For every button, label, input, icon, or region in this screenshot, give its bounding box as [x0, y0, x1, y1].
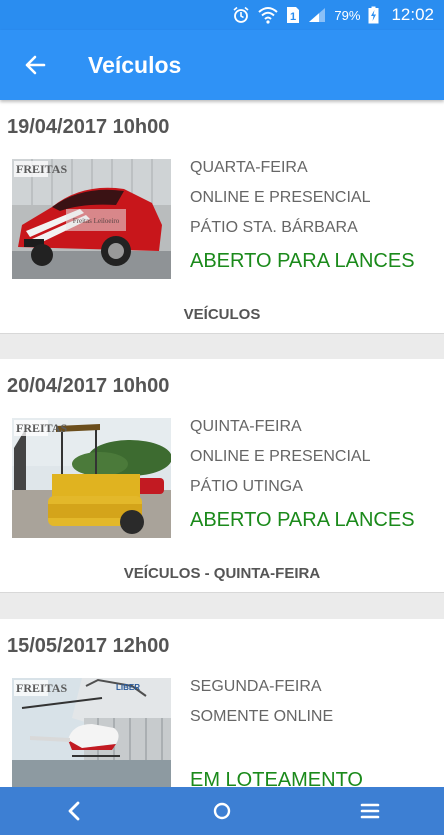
road-roller-photo[interactable]: FREITAS — [12, 418, 171, 538]
auction-list[interactable]: 19/04/2017 10h00 FREITAS Freitas Leiloei… — [0, 100, 444, 787]
auction-weekday: QUINTA-FEIRA — [190, 418, 302, 435]
clock: 12:02 — [391, 5, 434, 24]
auction-card[interactable]: 15/05/2017 12h00 LIBER FREITAS SEGUNDA-F… — [0, 619, 444, 787]
nav-home-button[interactable] — [182, 787, 262, 835]
arrow-back-icon — [25, 55, 46, 75]
auction-location: PÁTIO UTINGA — [190, 478, 303, 495]
auction-location: PÁTIO STA. BÁRBARA — [190, 219, 358, 236]
nav-back-icon — [68, 801, 80, 821]
auction-category[interactable]: VEÍCULOS — [0, 306, 444, 323]
svg-text:LIBER: LIBER — [116, 683, 140, 692]
back-button[interactable] — [0, 30, 70, 100]
svg-text:FREITAS: FREITAS — [16, 681, 67, 695]
page-title: Veículos — [88, 51, 182, 78]
helicopter-photo[interactable]: LIBER FREITAS — [12, 678, 171, 787]
auction-status: EM LOTEAMENTO — [190, 769, 363, 787]
wifi-icon — [258, 6, 279, 24]
auction-details: QUARTA-FEIRA ONLINE E PRESENCIAL PÁTIO S… — [190, 156, 415, 273]
auction-date: 20/04/2017 10h00 — [7, 375, 170, 397]
nav-home-icon — [213, 802, 231, 820]
signal-icon — [308, 7, 326, 23]
auction-mode: ONLINE E PRESENCIAL — [190, 448, 371, 465]
auction-mode: SOMENTE ONLINE — [190, 708, 334, 725]
nav-menu-icon — [360, 803, 380, 819]
svg-text:Freitas Leiloeiro: Freitas Leiloeiro — [73, 217, 120, 225]
auction-details: QUINTA-FEIRA ONLINE E PRESENCIAL PÁTIO U… — [190, 415, 415, 532]
svg-text:FREITAS: FREITAS — [16, 162, 67, 176]
auction-date: 19/04/2017 10h00 — [7, 116, 170, 138]
battery-charging-icon — [368, 6, 379, 24]
svg-text:1: 1 — [290, 11, 296, 23]
auction-status: ABERTO PARA LANCES — [190, 250, 415, 272]
auction-card[interactable]: 20/04/2017 10h00 FREITAS QUINTA-FEIRA ON… — [0, 359, 444, 593]
nav-menu-button[interactable] — [330, 787, 410, 835]
auction-date: 15/05/2017 12h00 — [7, 635, 170, 657]
auction-card[interactable]: 19/04/2017 10h00 FREITAS Freitas Leiloei… — [0, 100, 444, 334]
auction-mode: ONLINE E PRESENCIAL — [190, 189, 371, 206]
auction-details: SEGUNDA-FEIRA SOMENTE ONLINE EM LOTEAMEN… — [190, 675, 363, 787]
nav-back-button[interactable] — [34, 787, 114, 835]
red-camaro-photo[interactable]: FREITAS Freitas Leiloeiro — [12, 159, 171, 279]
alarm-icon — [232, 6, 250, 24]
svg-text:FREITAS: FREITAS — [16, 421, 67, 435]
auction-status: ABERTO PARA LANCES — [190, 509, 415, 531]
sim-icon: 1 — [286, 6, 300, 24]
auction-category[interactable]: VEÍCULOS - QUINTA-FEIRA — [0, 565, 444, 582]
auction-weekday: QUARTA-FEIRA — [190, 159, 308, 176]
status-bar: 1 79% 12:02 — [0, 0, 444, 30]
system-nav-bar — [0, 787, 444, 835]
auction-location — [190, 735, 363, 765]
auction-weekday: SEGUNDA-FEIRA — [190, 678, 322, 695]
battery-percent: 79% — [334, 7, 361, 23]
app-bar: Veículos — [0, 30, 444, 100]
